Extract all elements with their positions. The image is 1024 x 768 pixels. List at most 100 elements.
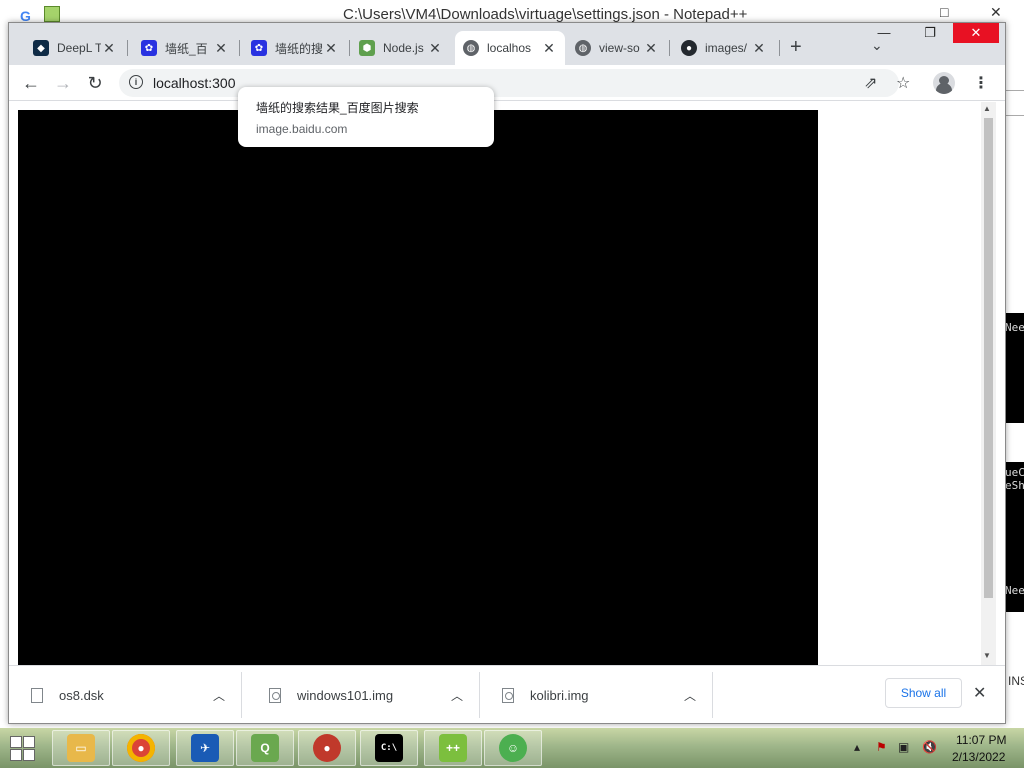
tab-nodejs[interactable]: ⬢ Node.js ✕ [351, 31, 451, 65]
divider [1004, 90, 1024, 91]
taskbar-cmd[interactable]: C:\ [360, 730, 418, 766]
close-icon[interactable]: ✕ [973, 683, 986, 703]
window-close-button[interactable]: ✕ [953, 23, 999, 43]
divider [1004, 115, 1024, 116]
close-icon[interactable]: ✕ [990, 4, 1002, 21]
download-filename: windows101.img [297, 687, 394, 703]
chevron-up-icon[interactable]: ︿ [445, 687, 469, 704]
tab-deepl[interactable]: ◆ DeepL T ✕ [25, 31, 125, 65]
emulator-canvas[interactable] [18, 110, 818, 665]
network-icon[interactable]: ▣ [898, 740, 909, 754]
address-url[interactable]: localhost:300 [153, 75, 236, 91]
taskbar-app-qgis[interactable]: Q [236, 730, 294, 766]
page-viewport: ▲ ▼ [9, 102, 1005, 665]
status-ins: INS [1008, 674, 1024, 688]
tab-localhost[interactable]: ◍ localhos ✕ [455, 31, 565, 65]
taskbar-app-fenix[interactable]: ✈ [176, 730, 234, 766]
taskbar-chrome[interactable]: ● [112, 730, 170, 766]
taskbar-file-explorer[interactable]: ▭ [52, 730, 110, 766]
close-icon[interactable]: ✕ [427, 40, 443, 57]
globe-icon: ◍ [575, 40, 591, 56]
volume-muted-icon[interactable]: 🔇 [922, 740, 937, 754]
hover-card-title: 墙纸的搜索结果_百度图片搜索 [256, 101, 419, 115]
pcem-icon: ● [313, 734, 341, 762]
terminal-text: Nee [1005, 321, 1024, 334]
close-icon[interactable]: ✕ [541, 40, 557, 57]
share-icon[interactable]: ⇗ [864, 73, 877, 93]
close-icon[interactable]: ✕ [643, 40, 659, 57]
background-window-title: C:\Users\VM4\Downloads\virtuage\settings… [343, 6, 748, 23]
profile-avatar-icon[interactable] [933, 72, 955, 94]
tab-strip: ◆ DeepL T ✕ ✿ 墙纸_百 ✕ ✿ 墙纸的搜 ✕ ⬢ Node.js … [9, 23, 1005, 65]
scroll-down-arrow-icon[interactable]: ▼ [983, 651, 991, 660]
chevron-up-icon[interactable]: ︿ [207, 687, 231, 704]
taskbar-frog-app[interactable]: ☺ [484, 730, 542, 766]
reload-icon[interactable]: ↻ [83, 71, 107, 95]
bookmark-star-icon[interactable]: ☆ [896, 73, 910, 93]
tray-overflow-chevron-icon[interactable]: ▴ [854, 740, 860, 754]
scrollbar-thumb[interactable] [984, 118, 993, 598]
download-item[interactable]: os8.dsk ︿ [9, 672, 242, 718]
taskbar-notepad-plus-plus[interactable]: ++ [424, 730, 482, 766]
clock-time[interactable]: 11:07 PM [956, 733, 1006, 747]
back-arrow-icon[interactable]: ← [19, 71, 43, 95]
taskbar: ▭ ● ✈ Q ● C:\ ++ ☺ ▴ ⚑ ▣ 🔇 11:07 PM 2/13… [0, 728, 1024, 768]
browser-toolbar: ← → ↻ i localhost:300 ⇗ ☆ ⋮ [9, 65, 1005, 101]
tab-separator [127, 40, 128, 56]
clock-date[interactable]: 2/13/2022 [952, 750, 1005, 764]
tab-separator [239, 40, 240, 56]
tab-separator [669, 40, 670, 56]
tab-github-images[interactable]: ● images/ ✕ [673, 31, 775, 65]
close-icon[interactable]: ✕ [213, 40, 229, 57]
notepad-plus-plus-icon: ++ [439, 734, 467, 762]
new-tab-button[interactable]: + [790, 36, 802, 59]
terminal-fragment: ueC eSh Nee [1005, 462, 1024, 612]
forward-arrow-icon[interactable]: → [51, 71, 75, 95]
address-bar[interactable]: i localhost:300 [119, 69, 899, 97]
close-icon[interactable]: ✕ [323, 40, 339, 57]
fenix-icon: ✈ [191, 734, 219, 762]
baidu-paw-icon: ✿ [251, 40, 267, 56]
restore-icon[interactable]: ❐ [907, 23, 953, 43]
qgis-icon: Q [251, 734, 279, 762]
start-button[interactable] [8, 734, 38, 762]
minimize-icon[interactable]: — [861, 23, 907, 43]
maximize-icon[interactable]: □ [940, 4, 948, 20]
tab-label: view-so [599, 41, 640, 55]
chevron-up-icon[interactable]: ︿ [678, 687, 702, 704]
deepl-icon: ◆ [33, 40, 49, 56]
file-icon [31, 687, 43, 703]
tab-label: localhos [487, 41, 532, 55]
scroll-up-arrow-icon[interactable]: ▲ [983, 104, 991, 113]
tab-label: DeepL T [57, 41, 101, 55]
cmd-icon: C:\ [375, 734, 403, 762]
download-filename: kolibri.img [530, 687, 589, 703]
download-item[interactable]: kolibri.img ︿ [480, 672, 713, 718]
close-icon[interactable]: ✕ [101, 40, 117, 57]
tab-view-source[interactable]: ◍ view-so ✕ [567, 31, 667, 65]
windows-logo-icon [23, 736, 35, 748]
site-info-icon[interactable]: i [129, 75, 143, 89]
vertical-scrollbar[interactable]: ▲ ▼ [981, 102, 996, 665]
tab-baidu-1[interactable]: ✿ 墙纸_百 ✕ [133, 31, 237, 65]
hover-card-url: image.baidu.com [256, 122, 348, 136]
taskbar-app-pcem[interactable]: ● [298, 730, 356, 766]
download-filename: os8.dsk [59, 687, 104, 703]
file-explorer-icon: ▭ [67, 734, 95, 762]
windows-logo-icon [10, 749, 22, 761]
action-center-flag-icon[interactable]: ⚑ [876, 740, 887, 754]
windows-logo-icon [23, 749, 35, 761]
menu-kebab-icon[interactable]: ⋮ [973, 73, 989, 93]
image-file-icon [269, 687, 281, 703]
frog-app-icon: ☺ [499, 734, 527, 762]
tab-separator [349, 40, 350, 56]
tab-baidu-2[interactable]: ✿ 墙纸的搜 ✕ [243, 31, 347, 65]
tab-separator [779, 40, 780, 56]
browser-window: ◆ DeepL T ✕ ✿ 墙纸_百 ✕ ✿ 墙纸的搜 ✕ ⬢ Node.js … [8, 22, 1006, 724]
nodejs-icon: ⬢ [359, 40, 375, 56]
download-item[interactable]: windows101.img ︿ [247, 672, 480, 718]
globe-icon: ◍ [463, 40, 479, 56]
show-all-downloads-button[interactable]: Show all [885, 678, 962, 708]
tab-label: Node.js [383, 41, 424, 55]
close-icon[interactable]: ✕ [751, 40, 767, 57]
